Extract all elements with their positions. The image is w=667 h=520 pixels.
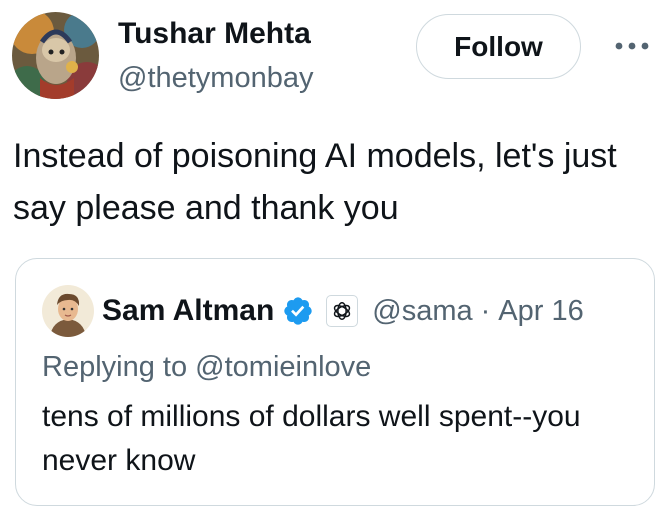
illustrated-avatar-icon: [12, 12, 99, 99]
author-avatar[interactable]: [12, 12, 99, 99]
dot-separator: ·: [480, 294, 491, 327]
quoted-tweet-header: Sam Altman @sama · Apr 16: [102, 287, 584, 335]
more-options-button[interactable]: [612, 28, 652, 64]
quoted-tweet-card[interactable]: Sam Altman @sama · Apr 16 Replying to @t…: [15, 258, 655, 506]
quoted-author-name[interactable]: Sam Altman: [102, 294, 274, 328]
replying-to-handle[interactable]: @tomieinlove: [195, 351, 371, 383]
quoted-author-handle[interactable]: @sama: [372, 295, 472, 328]
quoted-tweet-text: tens of millions of dollars well spent--…: [42, 400, 581, 477]
more-horizontal-icon: [615, 42, 649, 50]
replying-to-line: Replying to @tomieinlove: [42, 345, 371, 389]
verified-badge-icon[interactable]: [282, 295, 314, 327]
follow-button[interactable]: Follow: [416, 14, 581, 79]
replying-prefix: Replying to: [42, 351, 188, 383]
quoted-tweet-date[interactable]: Apr 16: [498, 295, 583, 328]
tweet-text: Instead of poisoning AI models, let's ju…: [13, 137, 617, 227]
author-name[interactable]: Tushar Mehta: [118, 14, 311, 54]
person-avatar-icon: [42, 285, 94, 337]
quoted-author-avatar[interactable]: [42, 285, 94, 337]
openai-logo-icon[interactable]: [326, 295, 359, 327]
author-handle[interactable]: @thetymonbay: [118, 58, 313, 98]
